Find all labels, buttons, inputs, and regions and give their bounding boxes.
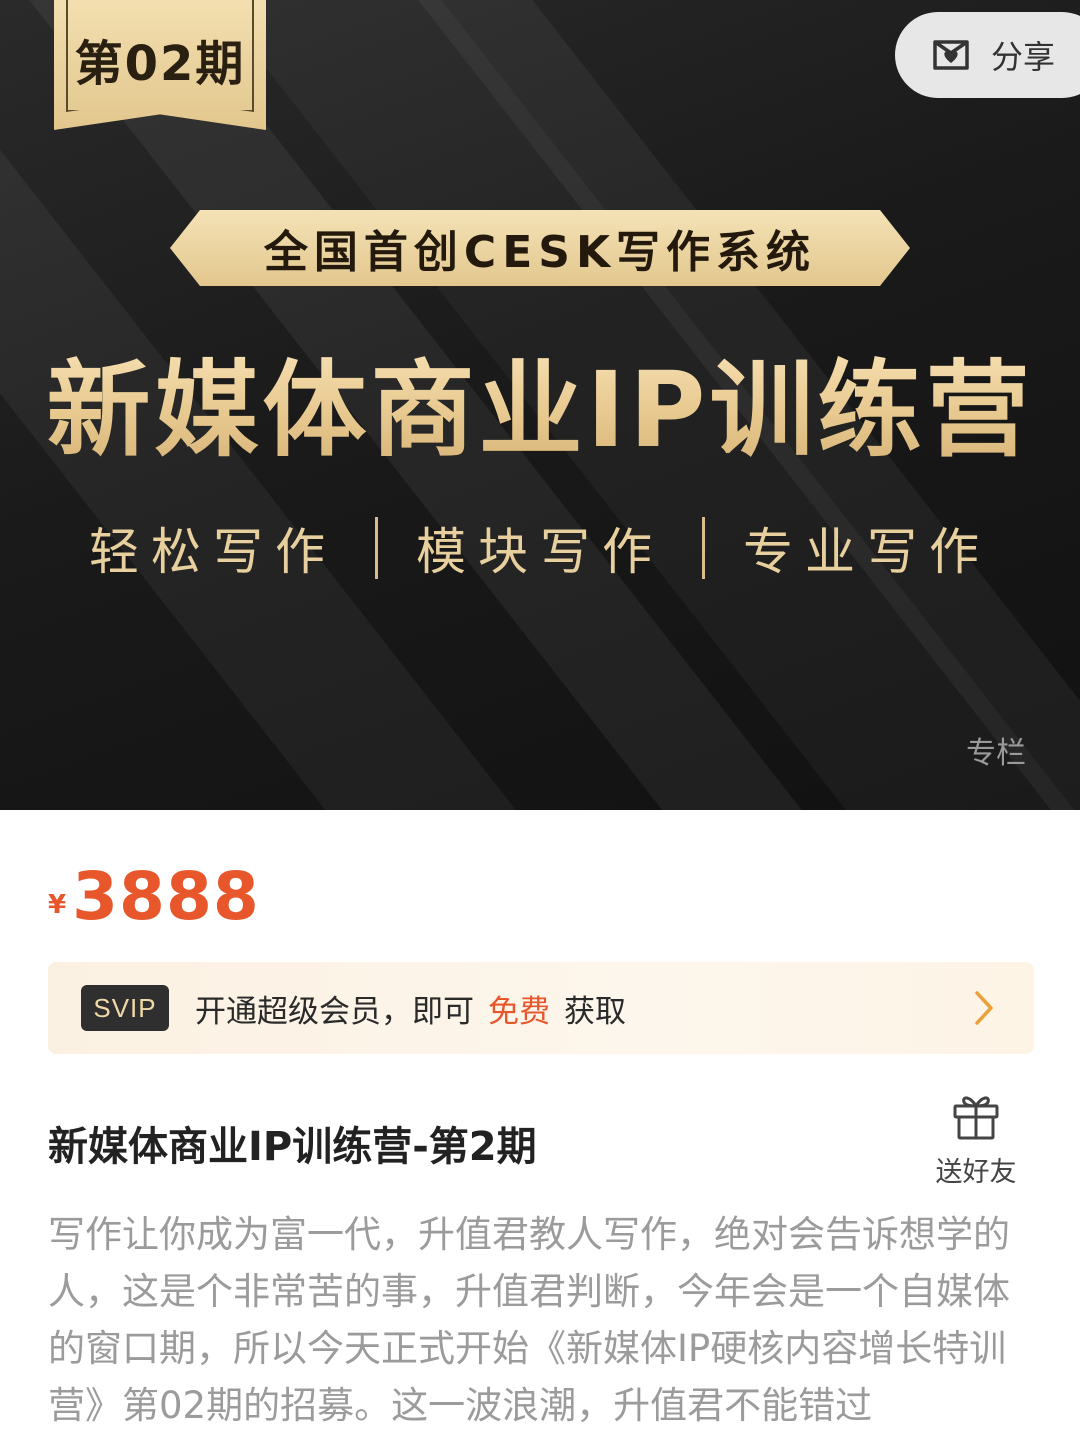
issue-ribbon: 第02期 xyxy=(54,0,266,130)
gift-label: 送好友 xyxy=(935,1157,1017,1188)
share-button[interactable]: 分享 xyxy=(895,12,1080,98)
svip-badge: SVIP xyxy=(81,985,169,1031)
issue-label: 第02期 xyxy=(74,36,246,92)
price-symbol: ¥ xyxy=(48,890,67,920)
tagline-banner: 全国首创CESK写作系统 xyxy=(170,210,910,286)
banner-title: 新媒体商业IP训练营 xyxy=(0,325,1080,476)
share-icon xyxy=(931,38,971,72)
feature-item: 专业写作 xyxy=(743,523,991,581)
course-description: 写作让你成为富一代，升值君教人写作，绝对会告诉想学的人，这是个非常苦的事，升值君… xyxy=(48,1213,1010,1427)
svip-free-label: 免费 xyxy=(488,993,550,1030)
feature-item: 模块写作 xyxy=(416,523,664,581)
course-banner: 第02期 分享 全国首创CESK写作系统 新媒体商业IP训练营 轻松写作 模块写… xyxy=(0,0,1080,810)
column-tag: 专栏 xyxy=(966,736,1026,771)
tagline-text: 全国首创CESK写作系统 xyxy=(263,227,817,278)
gift-icon xyxy=(950,1090,1002,1142)
course-title: 新媒体商业IP训练营-第2期 xyxy=(48,1124,537,1170)
svip-text: 开通超级会员，即可 xyxy=(195,993,474,1030)
feature-list: 轻松写作 模块写作 专业写作 xyxy=(0,512,1080,584)
price: ¥ 3888 xyxy=(48,862,260,932)
feature-divider xyxy=(375,517,378,579)
gift-to-friend-button[interactable]: 送好友 xyxy=(928,1090,1024,1189)
feature-item: 轻松写作 xyxy=(89,523,337,581)
chevron-right-icon xyxy=(974,990,994,1026)
svip-promo-bar[interactable]: SVIP 开通超级会员，即可 免费 获取 xyxy=(48,962,1034,1054)
share-label: 分享 xyxy=(991,38,1056,76)
svip-get-label: 获取 xyxy=(564,993,626,1030)
feature-divider xyxy=(702,517,705,579)
price-amount: 3888 xyxy=(72,858,260,935)
